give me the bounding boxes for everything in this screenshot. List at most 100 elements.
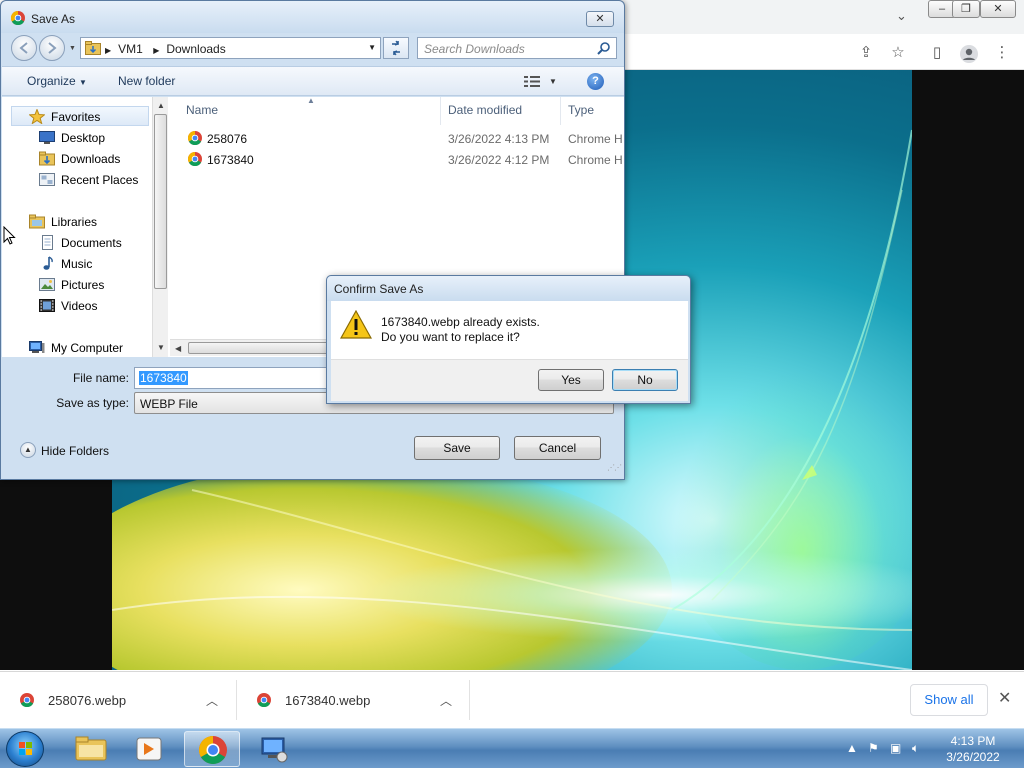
cancel-button[interactable]: Cancel bbox=[514, 436, 601, 460]
confirm-save-as-dialog: Confirm Save As 1673840.webp already exi… bbox=[326, 275, 691, 404]
dialog-title: Confirm Save As bbox=[334, 282, 424, 296]
chrome-icon bbox=[11, 11, 25, 25]
scroll-left-icon[interactable]: ◀ bbox=[175, 344, 181, 353]
file-row[interactable]: 258076 3/26/2022 4:13 PM Chrome H bbox=[170, 128, 624, 149]
tab-search-chevron-icon[interactable]: ⌄ bbox=[896, 8, 907, 24]
file-date: 3/26/2022 4:12 PM bbox=[448, 153, 550, 167]
back-button[interactable] bbox=[11, 35, 37, 61]
file-date: 3/26/2022 4:13 PM bbox=[448, 132, 550, 146]
bookmark-star-icon[interactable]: ☆ bbox=[887, 44, 909, 62]
chrome-html-file-icon bbox=[188, 131, 202, 145]
computer-icon bbox=[29, 341, 45, 353]
scrollbar-thumb[interactable] bbox=[154, 114, 167, 289]
breadcrumb-downloads[interactable]: Downloads bbox=[166, 42, 225, 56]
new-folder-button[interactable]: New folder bbox=[118, 74, 175, 88]
nav-item-favorites[interactable]: Favorites bbox=[11, 106, 149, 126]
recent-locations-dropdown-icon[interactable]: ▼ bbox=[69, 45, 76, 52]
resize-grip-icon[interactable]: ⋰⋰ bbox=[607, 463, 622, 472]
chrome-file-icon bbox=[257, 693, 271, 707]
download-item[interactable]: 258076.webp ︿ bbox=[0, 680, 237, 720]
clock-time: 4:13 PM bbox=[950, 734, 996, 748]
action-center-flag-icon[interactable]: ⚑ bbox=[868, 741, 879, 755]
scroll-up-icon[interactable]: ▲ bbox=[157, 101, 165, 110]
warning-icon bbox=[340, 310, 372, 339]
no-button[interactable]: No bbox=[612, 369, 678, 391]
column-divider[interactable] bbox=[440, 97, 441, 125]
dialog-title-bar[interactable]: Save As ✕ bbox=[1, 1, 624, 33]
refresh-icon bbox=[392, 40, 400, 56]
scroll-down-icon[interactable]: ▼ bbox=[157, 343, 165, 352]
navigation-row: ▼ ▶ VM1 ▶ Downloads ▼ Search Downloads bbox=[1, 33, 624, 63]
window-close-button[interactable]: ✕ bbox=[980, 0, 1016, 18]
organize-button[interactable]: Organize ▼ bbox=[27, 74, 87, 88]
taskbar-explorer-button[interactable] bbox=[62, 731, 118, 767]
search-icon[interactable] bbox=[597, 41, 611, 55]
clock[interactable]: 4:13 PM 3/26/2022 bbox=[930, 733, 1016, 765]
nav-pane-scrollbar[interactable]: ▲ ▼ bbox=[152, 97, 168, 357]
menu-kebab-icon[interactable]: ⋮ bbox=[991, 44, 1013, 62]
window-maximize-button[interactable]: ❐ bbox=[952, 0, 980, 18]
nav-label: Libraries bbox=[51, 215, 98, 229]
dialog-close-button[interactable]: ✕ bbox=[586, 11, 614, 27]
profile-avatar-icon[interactable] bbox=[958, 44, 980, 63]
breadcrumb-vm1[interactable]: VM1 bbox=[118, 42, 143, 56]
view-options-dropdown-icon[interactable]: ▼ bbox=[549, 77, 557, 86]
music-icon bbox=[43, 256, 53, 270]
change-view-icon[interactable] bbox=[524, 75, 540, 88]
taskbar-media-player-button[interactable] bbox=[122, 731, 178, 767]
network-icon[interactable]: ▣ bbox=[890, 741, 901, 755]
dialog-title: Save As bbox=[31, 12, 76, 26]
column-header-name[interactable]: Name bbox=[186, 103, 218, 117]
libraries-icon bbox=[29, 214, 45, 229]
hide-folders-label: Hide Folders bbox=[41, 444, 110, 458]
show-hidden-icons-icon[interactable]: ▲ bbox=[846, 741, 858, 755]
search-input[interactable]: Search Downloads bbox=[424, 42, 525, 56]
chrome-html-file-icon bbox=[188, 152, 202, 166]
chevron-up-icon[interactable]: ︿ bbox=[440, 692, 452, 709]
videos-icon bbox=[39, 299, 55, 312]
chevron-up-icon[interactable]: ︿ bbox=[206, 692, 218, 709]
side-panel-icon[interactable]: ▯ bbox=[926, 44, 948, 62]
dialog-footer: Yes No bbox=[331, 359, 688, 401]
nav-label: My Computer bbox=[51, 341, 124, 355]
chrome-file-icon bbox=[20, 693, 34, 707]
forward-button[interactable] bbox=[39, 35, 65, 61]
address-dropdown-icon[interactable]: ▼ bbox=[368, 43, 376, 52]
column-divider[interactable] bbox=[560, 97, 561, 125]
file-row[interactable]: 1673840 3/26/2022 4:12 PM Chrome H bbox=[170, 149, 624, 170]
address-bar[interactable]: ▶ VM1 ▶ Downloads ▼ bbox=[80, 37, 381, 59]
save-button[interactable]: Save bbox=[414, 436, 500, 460]
share-icon[interactable]: ⇪ bbox=[855, 44, 877, 62]
downloads-folder-icon bbox=[39, 151, 55, 166]
nav-label: Music bbox=[61, 257, 93, 271]
file-name: 1673840 bbox=[207, 153, 254, 167]
show-all-button[interactable]: Show all bbox=[910, 684, 988, 716]
dialog-title-bar[interactable]: Confirm Save As bbox=[327, 276, 690, 301]
scrollbar-thumb[interactable] bbox=[188, 342, 338, 354]
nav-label: Downloads bbox=[61, 152, 121, 166]
star-icon bbox=[29, 109, 45, 124]
search-box[interactable]: Search Downloads bbox=[417, 37, 617, 59]
taskbar-chrome-button[interactable] bbox=[184, 731, 240, 767]
downloads-bar: 258076.webp ︿ 1673840.webp ︿ Show all ✕ bbox=[0, 671, 1024, 728]
file-type: Chrome H bbox=[568, 153, 623, 167]
organize-label: Organize bbox=[27, 74, 76, 88]
volume-icon[interactable]: 🔈︎ bbox=[912, 741, 919, 756]
nav-label: Favorites bbox=[51, 110, 101, 124]
save-as-dialog: Save As ✕ ▼ ▶ VM1 ▶ Downloads ▼ Search Dow… bbox=[0, 0, 625, 480]
close-icon[interactable]: ✕ bbox=[998, 688, 1011, 708]
column-header-date-modified[interactable]: Date modified bbox=[448, 103, 522, 117]
mouse-cursor-icon bbox=[3, 226, 16, 245]
file-name-label: File name: bbox=[72, 371, 129, 385]
nav-label: Documents bbox=[61, 236, 122, 250]
taskbar-network-app-button[interactable] bbox=[246, 731, 302, 767]
column-header-type[interactable]: Type bbox=[568, 103, 594, 117]
start-button[interactable] bbox=[6, 731, 44, 767]
folder-icon bbox=[85, 41, 101, 55]
breadcrumb: ▶ VM1 ▶ Downloads bbox=[105, 42, 226, 56]
yes-button[interactable]: Yes bbox=[538, 369, 604, 391]
help-button[interactable]: ? bbox=[587, 73, 604, 90]
refresh-button[interactable] bbox=[383, 37, 409, 59]
download-item[interactable]: 1673840.webp ︿ bbox=[237, 680, 470, 720]
save-as-type-value: WEBP File bbox=[140, 397, 198, 411]
